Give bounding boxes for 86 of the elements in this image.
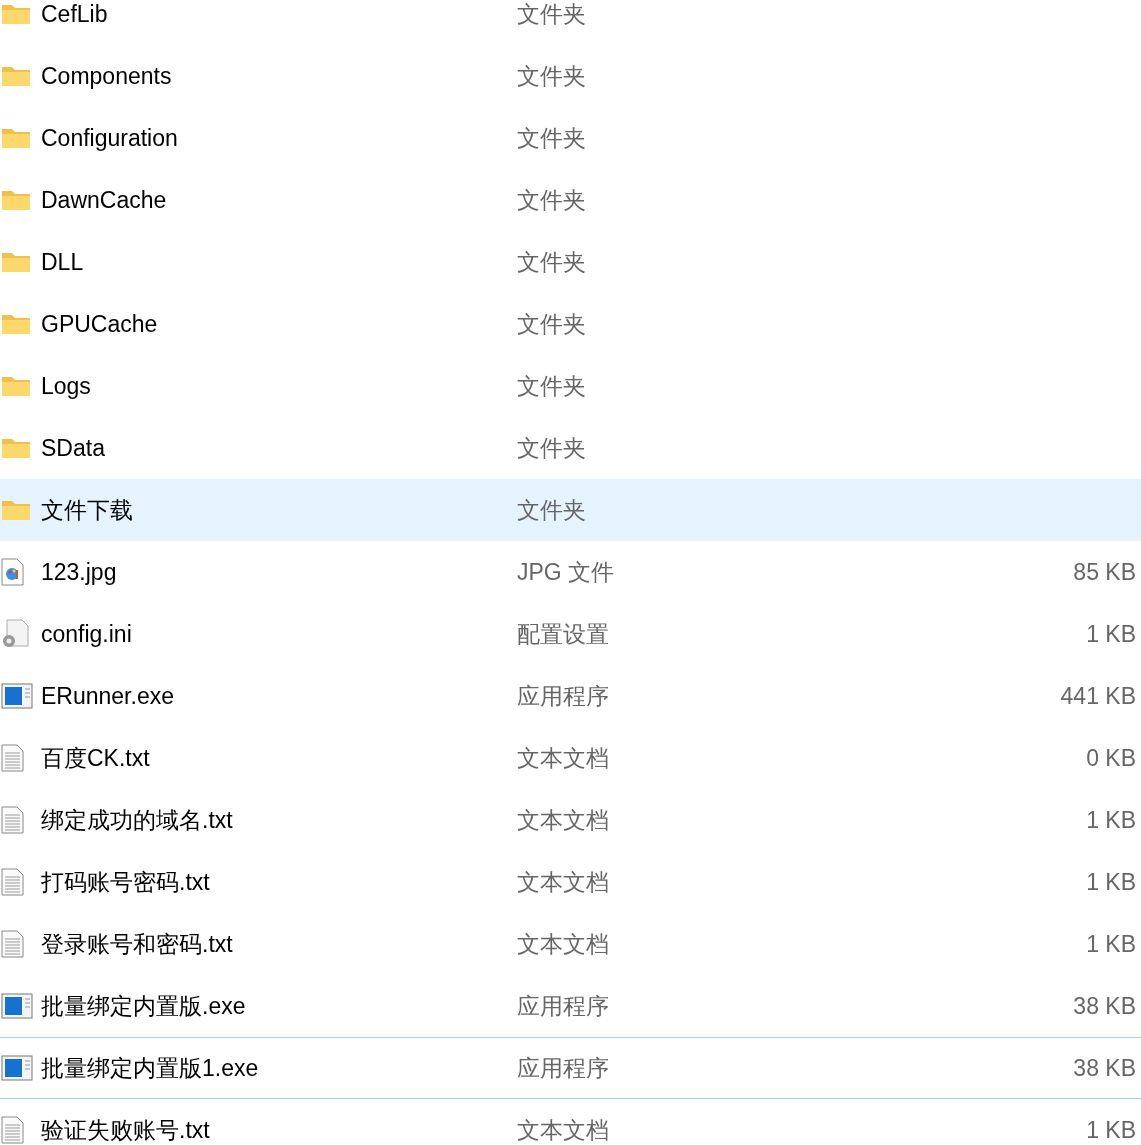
file-size: 1 KB (1085, 868, 1137, 896)
folder-icon (1, 126, 31, 150)
folder-icon (1, 188, 31, 212)
application-icon (1, 683, 33, 709)
file-name: 绑定成功的域名.txt (41, 805, 234, 835)
file-type: 文件夹 (517, 0, 587, 29)
file-name: 验证失败账号.txt (41, 1115, 211, 1145)
file-name: 批量绑定内置版.exe (41, 991, 247, 1021)
file-row[interactable]: 123.jpg JPG 文件 85 KB (0, 541, 1141, 603)
file-type: 文件夹 (517, 495, 587, 525)
file-row[interactable]: DLL 文件夹 (0, 231, 1141, 293)
folder-icon (1, 250, 31, 274)
image-file-icon (1, 558, 25, 586)
file-row[interactable]: GPUCache 文件夹 (0, 293, 1141, 355)
file-size: 0 KB (1085, 744, 1137, 772)
text-file-icon (1, 868, 25, 896)
application-icon (1, 1055, 33, 1081)
file-name: 文件下载 (41, 495, 134, 525)
file-type: 文件夹 (517, 309, 587, 339)
file-size: 1 KB (1085, 806, 1137, 834)
file-name: ERunner.exe (41, 682, 175, 710)
file-type: 文本文档 (517, 743, 610, 773)
folder-icon (1, 374, 31, 398)
text-file-icon (1, 806, 25, 834)
application-icon (1, 993, 33, 1019)
file-row[interactable]: 验证失败账号.txt 文本文档 1 KB (0, 1099, 1141, 1145)
folder-icon (1, 312, 31, 336)
file-row[interactable]: SData 文件夹 (0, 417, 1141, 479)
file-name: DawnCache (41, 186, 168, 214)
file-row[interactable]: CefLib 文件夹 (0, 0, 1141, 45)
file-name: GPUCache (41, 310, 159, 338)
settings-file-icon (1, 619, 29, 649)
file-type: JPG 文件 (517, 557, 616, 587)
file-type: 文件夹 (517, 185, 587, 215)
file-name: CefLib (41, 0, 109, 28)
file-type: 文件夹 (517, 61, 587, 91)
file-row[interactable]: Components 文件夹 (0, 45, 1141, 107)
file-size: 38 KB (1072, 1054, 1137, 1082)
file-row[interactable]: Logs 文件夹 (0, 355, 1141, 417)
file-name: 打码账号密码.txt (41, 867, 211, 897)
file-row[interactable]: Configuration 文件夹 (0, 107, 1141, 169)
file-type: 文件夹 (517, 433, 587, 463)
folder-icon (1, 2, 31, 26)
file-size: 1 KB (1085, 620, 1137, 648)
file-name: DLL (41, 248, 85, 276)
file-size: 441 KB (1059, 682, 1137, 710)
file-name: 批量绑定内置版1.exe (41, 1053, 260, 1083)
file-name: SData (41, 434, 106, 462)
file-size: 1 KB (1085, 930, 1137, 958)
file-row[interactable]: DawnCache 文件夹 (0, 169, 1141, 231)
file-type: 文本文档 (517, 867, 610, 897)
file-name: 123.jpg (41, 558, 118, 586)
file-row[interactable]: ERunner.exe 应用程序 441 KB (0, 665, 1141, 727)
file-type: 文件夹 (517, 371, 587, 401)
file-row[interactable]: 批量绑定内置版1.exe 应用程序 38 KB (0, 1037, 1141, 1099)
file-name: config.ini (41, 620, 133, 648)
file-name: 登录账号和密码.txt (41, 929, 234, 959)
file-type: 文件夹 (517, 247, 587, 277)
file-row[interactable]: 文件下载 文件夹 (0, 479, 1141, 541)
file-row[interactable]: 批量绑定内置版.exe 应用程序 38 KB (0, 975, 1141, 1037)
folder-icon (1, 64, 31, 88)
file-type: 文本文档 (517, 805, 610, 835)
file-name: Logs (41, 372, 92, 400)
text-file-icon (1, 1116, 25, 1144)
file-type: 应用程序 (517, 681, 610, 711)
file-row[interactable]: 百度CK.txt 文本文档 0 KB (0, 727, 1141, 789)
file-row[interactable]: 打码账号密码.txt 文本文档 1 KB (0, 851, 1141, 913)
file-name: 百度CK.txt (41, 743, 151, 773)
text-file-icon (1, 930, 25, 958)
file-size: 38 KB (1072, 992, 1137, 1020)
file-type: 配置设置 (517, 619, 610, 649)
text-file-icon (1, 744, 25, 772)
file-type: 文本文档 (517, 929, 610, 959)
file-type: 应用程序 (517, 991, 610, 1021)
file-type: 文件夹 (517, 123, 587, 153)
folder-icon (1, 498, 31, 522)
folder-icon (1, 436, 31, 460)
file-row[interactable]: 登录账号和密码.txt 文本文档 1 KB (0, 913, 1141, 975)
file-size: 85 KB (1072, 558, 1137, 586)
file-row[interactable]: config.ini 配置设置 1 KB (0, 603, 1141, 665)
file-type: 文本文档 (517, 1115, 610, 1145)
file-name: Configuration (41, 124, 179, 152)
file-type: 应用程序 (517, 1053, 610, 1083)
file-row[interactable]: 绑定成功的域名.txt 文本文档 1 KB (0, 789, 1141, 851)
file-name: Components (41, 62, 173, 90)
file-size: 1 KB (1085, 1116, 1137, 1144)
